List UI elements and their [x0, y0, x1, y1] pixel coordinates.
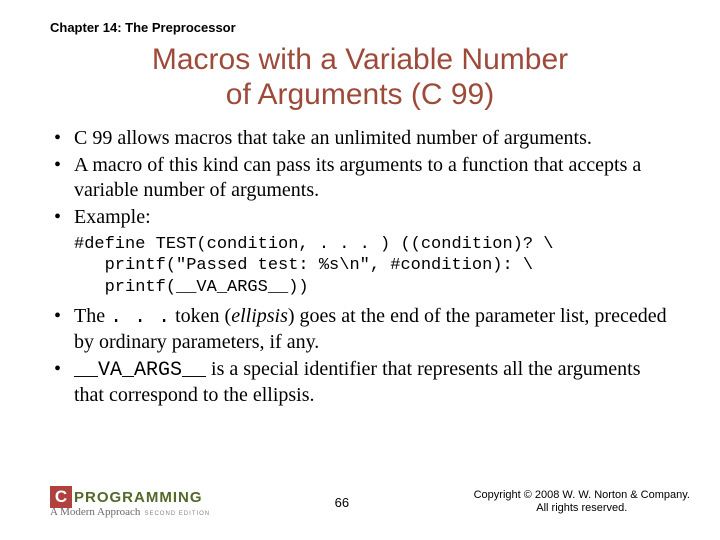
logo-subtitle: A Modern Approach — [50, 506, 140, 518]
title-line-1: Macros with a Variable Number — [152, 43, 568, 76]
bullet-list: C 99 allows macros that take an unlimite… — [50, 126, 670, 230]
chapter-label: Chapter 14: The Preprocessor — [50, 20, 670, 35]
slide-title: Macros with a Variable Number of Argumen… — [50, 43, 670, 112]
copyright: Copyright © 2008 W. W. Norton & Company.… — [474, 489, 690, 515]
bullet-list-2: The . . . token (ellipsis) goes at the e… — [50, 304, 670, 408]
title-line-2: of Arguments (C 99) — [226, 78, 494, 111]
book-logo: C PROGRAMMING A Modern Approach SECOND E… — [50, 486, 210, 518]
logo-c-icon: C — [50, 486, 72, 508]
logo-edition: SECOND EDITION — [144, 511, 210, 517]
bullet-1: C 99 allows macros that take an unlimite… — [54, 126, 670, 151]
bullet-2: A macro of this kind can pass its argume… — [54, 153, 670, 203]
ellipsis-word: ellipsis — [231, 305, 288, 327]
copyright-line-1: Copyright © 2008 W. W. Norton & Company. — [474, 489, 690, 501]
logo-text: PROGRAMMING — [74, 489, 203, 506]
ellipsis-token: . . . — [110, 306, 170, 329]
bullet-4: The . . . token (ellipsis) goes at the e… — [54, 304, 670, 355]
bullet-3: Example: — [54, 205, 670, 230]
copyright-line-2: All rights reserved. — [536, 502, 627, 514]
page-number: 66 — [335, 495, 349, 510]
code-example: #define TEST(condition, . . . ) ((condit… — [74, 234, 670, 298]
va-args-token: __VA_ARGS__ — [74, 359, 206, 382]
b4-pre: The — [74, 305, 110, 327]
footer: C PROGRAMMING A Modern Approach SECOND E… — [50, 486, 690, 518]
logo-top-row: C PROGRAMMING — [50, 486, 203, 508]
b4-mid: token ( — [170, 305, 231, 327]
bullet-5: __VA_ARGS__ is a special identifier that… — [54, 357, 670, 408]
